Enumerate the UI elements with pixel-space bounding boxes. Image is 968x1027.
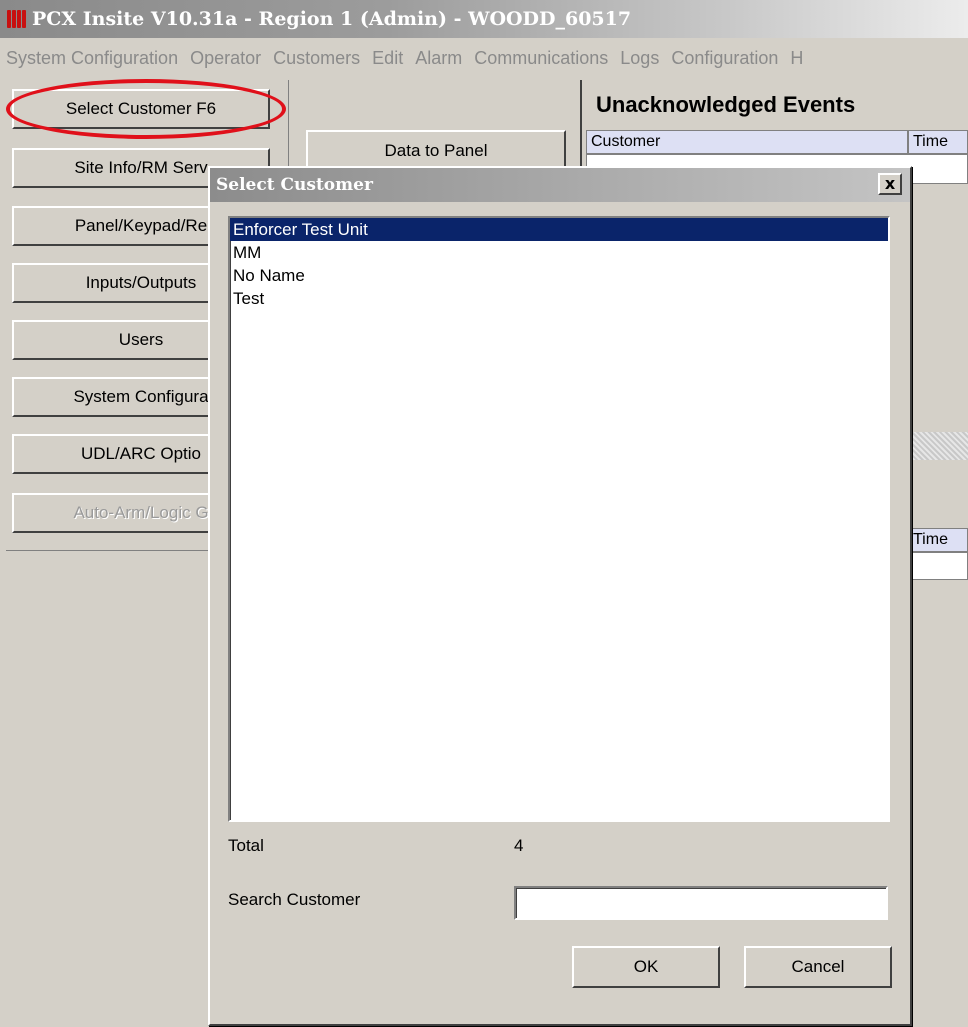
total-label: Total [228, 836, 264, 855]
app-icon [6, 8, 28, 30]
close-icon[interactable]: x [878, 173, 902, 195]
menu-customers[interactable]: Customers [267, 48, 366, 69]
title-bar: PCX Insite V10.31a - Region 1 (Admin) - … [0, 0, 968, 38]
search-customer-label: Search Customer [228, 890, 361, 909]
column-header-customer[interactable]: Customer [586, 130, 908, 154]
list-item[interactable]: MM [230, 241, 888, 264]
column-header-time-lower[interactable]: Time [908, 528, 968, 552]
column-header-time[interactable]: Time [908, 130, 968, 154]
list-item[interactable]: No Name [230, 264, 888, 287]
window-title: PCX Insite V10.31a - Region 1 (Admin) - … [32, 8, 632, 30]
menu-system-configuration[interactable]: System Configuration [0, 48, 184, 69]
hatched-separator [910, 432, 968, 460]
total-value: 4 [514, 836, 524, 855]
menu-logs[interactable]: Logs [614, 48, 665, 69]
dialog-title-bar[interactable]: Select Customer [210, 168, 910, 202]
menu-alarm[interactable]: Alarm [409, 48, 468, 69]
menu-help[interactable]: H [784, 48, 809, 69]
menu-bar: System Configuration Operator Customers … [0, 40, 968, 76]
select-customer-button[interactable]: Select Customer F6 [12, 89, 270, 129]
cancel-button[interactable]: Cancel [744, 946, 892, 988]
list-item[interactable]: Test [230, 287, 888, 310]
menu-edit[interactable]: Edit [366, 48, 409, 69]
unacknowledged-events-title: Unacknowledged Events [596, 92, 856, 117]
menu-communications[interactable]: Communications [468, 48, 614, 69]
search-customer-input[interactable] [514, 886, 888, 920]
lower-events-grid[interactable] [908, 552, 968, 580]
customer-list[interactable]: Enforcer Test Unit MM No Name Test [228, 216, 890, 822]
list-item[interactable]: Enforcer Test Unit [230, 218, 888, 241]
ok-button[interactable]: OK [572, 946, 720, 988]
menu-operator[interactable]: Operator [184, 48, 267, 69]
dialog-title: Select Customer [216, 175, 373, 195]
menu-configuration[interactable]: Configuration [665, 48, 784, 69]
select-customer-dialog: Select Customer x Enforcer Test Unit MM … [208, 166, 912, 1026]
